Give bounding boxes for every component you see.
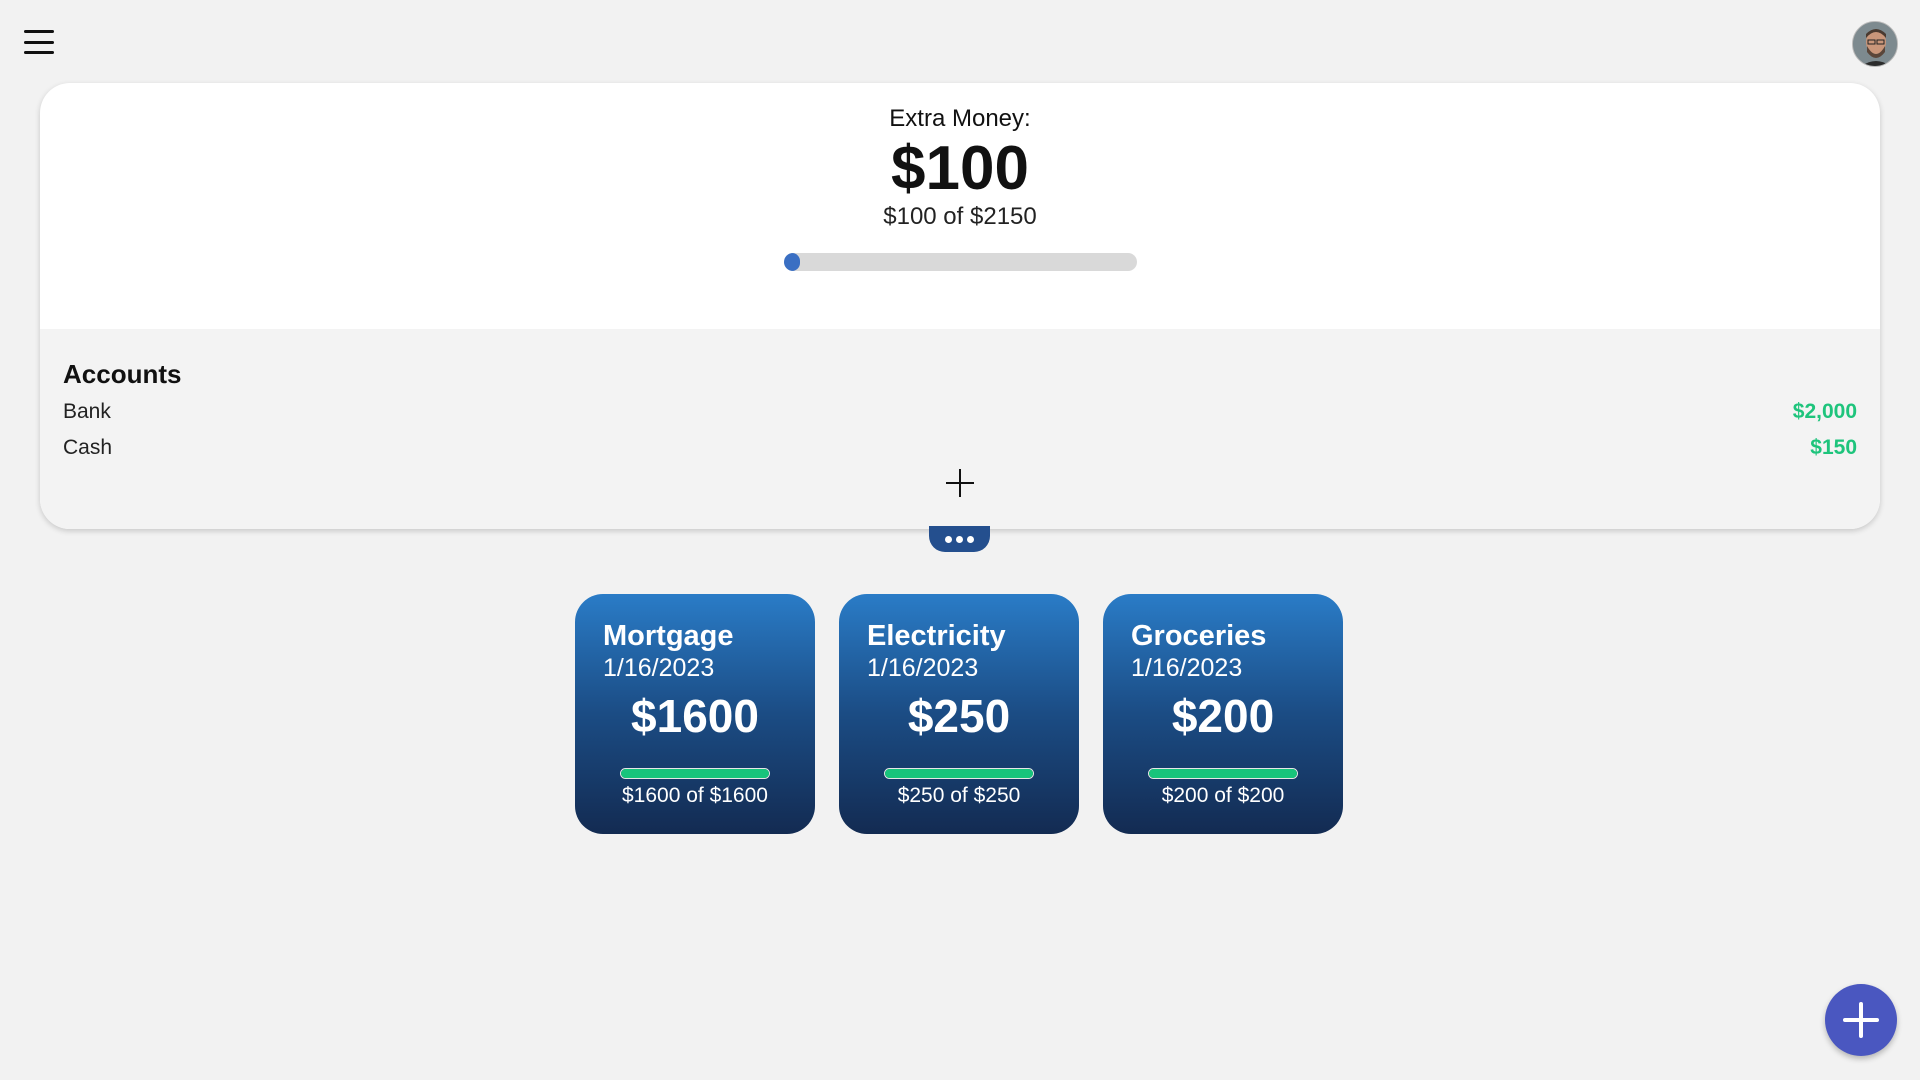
extra-money-section: Extra Money: $100 $100 of $2150 — [40, 83, 1880, 329]
bill-card-groceries[interactable]: Groceries 1/16/2023 $200 $200 of $200 — [1103, 594, 1343, 834]
add-fab-plus-icon[interactable] — [1825, 984, 1897, 1056]
extra-money-label: Extra Money: — [889, 105, 1031, 132]
bill-progress-fill — [885, 769, 1033, 778]
extra-money-amount: $100 — [891, 134, 1029, 203]
bill-amount: $200 — [1171, 690, 1275, 742]
add-account-plus-icon[interactable] — [944, 467, 976, 499]
bill-progress-bar — [620, 768, 770, 779]
ellipsis-icon[interactable] — [929, 526, 990, 552]
bill-date: 1/16/2023 — [603, 654, 715, 682]
account-row-cash[interactable]: Cash $150 — [63, 433, 1857, 463]
bill-name: Electricity — [867, 620, 1006, 652]
bill-progress-text: $1600 of $1600 — [622, 784, 768, 807]
account-value: $2,000 — [1792, 400, 1857, 423]
bill-amount: $1600 — [631, 690, 759, 742]
app-page: Extra Money: $100 $100 of $2150 Accounts… — [0, 0, 1920, 1080]
accounts-section: Accounts Bank $2,000 Cash $150 — [40, 329, 1880, 529]
bill-progress-fill — [621, 769, 769, 778]
extra-money-progress-fill — [784, 253, 801, 271]
account-name: Bank — [63, 400, 111, 423]
summary-card: Extra Money: $100 $100 of $2150 Accounts… — [40, 83, 1880, 529]
bill-cards: Mortgage 1/16/2023 $1600 $1600 of $1600 … — [575, 594, 1343, 834]
user-avatar[interactable] — [1852, 21, 1898, 67]
bill-progress-bar — [884, 768, 1034, 779]
bill-name: Groceries — [1131, 620, 1267, 652]
bill-card-electricity[interactable]: Electricity 1/16/2023 $250 $250 of $250 — [839, 594, 1079, 834]
avatar-image — [1853, 22, 1897, 66]
bill-card-mortgage[interactable]: Mortgage 1/16/2023 $1600 $1600 of $1600 — [575, 594, 815, 834]
accounts-title: Accounts — [63, 359, 182, 389]
bill-name: Mortgage — [603, 620, 734, 652]
bill-progress-text: $200 of $200 — [1161, 784, 1285, 807]
hamburger-menu-icon[interactable] — [24, 30, 54, 54]
account-row-bank[interactable]: Bank $2,000 — [63, 397, 1857, 427]
account-name: Cash — [63, 436, 113, 459]
bill-amount: $250 — [907, 690, 1011, 742]
extra-money-progress-text: $100 of $2150 — [883, 203, 1037, 230]
extra-money-progress-bar — [784, 253, 1137, 271]
bill-progress-fill — [1149, 769, 1297, 778]
account-value: $150 — [1810, 436, 1857, 459]
bill-progress-text: $250 of $250 — [897, 784, 1021, 807]
bill-date: 1/16/2023 — [1131, 654, 1243, 682]
bill-date: 1/16/2023 — [867, 654, 979, 682]
bill-progress-bar — [1148, 768, 1298, 779]
